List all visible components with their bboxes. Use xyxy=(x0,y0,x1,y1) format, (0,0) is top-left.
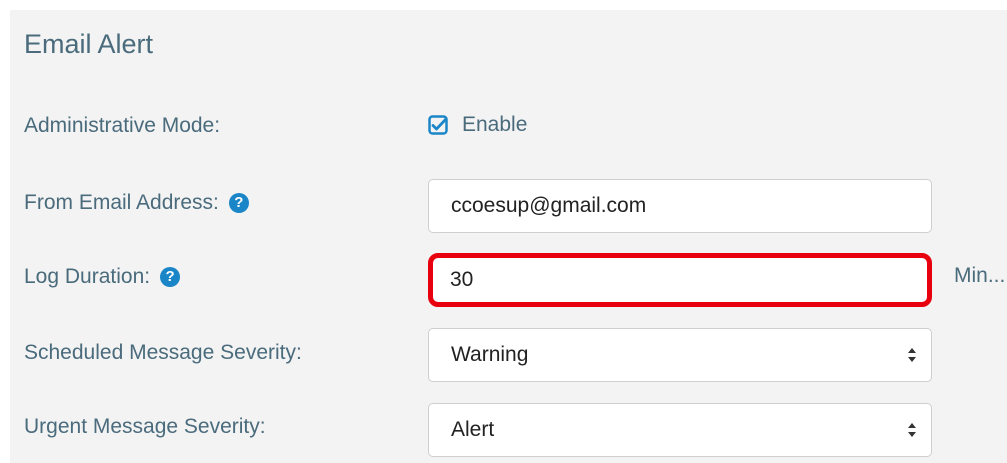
from-email-label-text: From Email Address: xyxy=(24,191,219,214)
admin-mode-label: Administrative Mode: xyxy=(24,113,220,139)
email-alert-panel xyxy=(10,10,1007,463)
log-duration-label: Log Duration: ? xyxy=(24,264,181,290)
admin-mode-enable-checkbox[interactable]: Enable xyxy=(428,113,527,137)
question-circle-icon[interactable]: ? xyxy=(228,193,249,213)
urgent-severity-selected: Alert xyxy=(451,418,495,441)
enable-label: Enable xyxy=(462,113,528,136)
select-updown-icon xyxy=(908,348,916,362)
urgent-severity-select[interactable]: Alert xyxy=(428,403,932,457)
select-updown-icon xyxy=(908,423,916,437)
checkbox-checked-icon[interactable] xyxy=(428,115,448,135)
scheduled-severity-selected: Warning xyxy=(451,343,529,366)
from-email-label: From Email Address: ? xyxy=(24,190,249,216)
question-circle-icon[interactable]: ? xyxy=(160,267,181,287)
log-duration-label-text: Log Duration: xyxy=(24,265,151,288)
urgent-severity-label-text: Urgent Message Severity: xyxy=(24,415,266,438)
from-email-value: ccoesup@gmail.com xyxy=(451,194,647,217)
admin-mode-label-text: Administrative Mode: xyxy=(24,114,221,137)
section-title: Email Alert xyxy=(24,29,154,59)
log-duration-value: 30 xyxy=(450,268,474,291)
urgent-severity-label: Urgent Message Severity: xyxy=(24,414,266,440)
log-duration-unit: Min... xyxy=(954,264,1006,287)
log-duration-input[interactable]: 30 xyxy=(428,253,932,307)
scheduled-severity-label-text: Scheduled Message Severity: xyxy=(24,341,302,364)
scheduled-severity-label: Scheduled Message Severity: xyxy=(24,340,302,366)
from-email-input[interactable]: ccoesup@gmail.com xyxy=(428,179,932,233)
scheduled-severity-select[interactable]: Warning xyxy=(428,328,932,382)
